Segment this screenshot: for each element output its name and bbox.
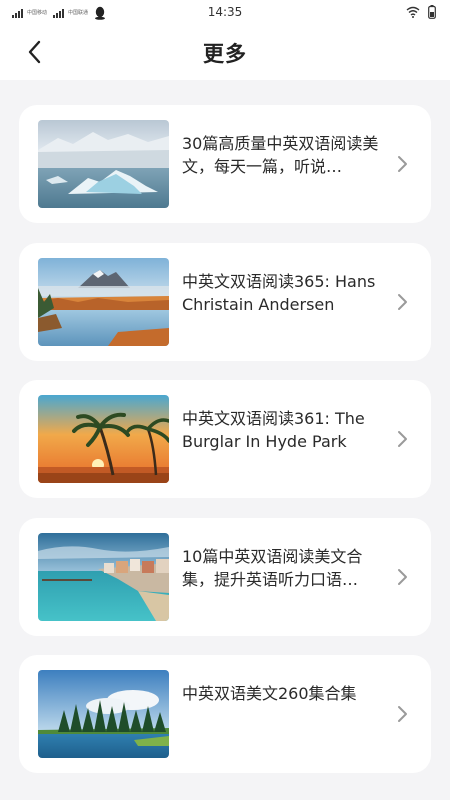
thumbnail-image [38,395,169,483]
list-item[interactable]: 中英文双语阅读361: The Burglar In Hyde Park [19,380,431,498]
thumbnail-image [38,532,169,621]
item-title: 30篇高质量中英双语阅读美文，每天一篇，听说… [182,134,379,176]
wifi-icon [406,6,420,18]
page-title: 更多 [203,42,247,66]
status-time: 14:35 [207,5,243,19]
chevron-right-icon [398,706,407,722]
thumbnail-image [38,120,169,208]
list-item[interactable]: 中英文双语阅读365: Hans Christain Andersen [19,242,431,361]
header: 更多 [0,26,450,80]
item-title: 中英双语美文260集合集 [182,684,357,703]
list-item[interactable]: 10篇中英双语阅读美文合集，提升英语听力口语… [19,517,431,636]
item-title: 中英文双语阅读365: Hans Christain Andersen [182,271,376,314]
item-title: 10篇中英双语阅读美文合集，提升英语听力口语… [182,546,363,589]
status-bar: 中国移动 中国联通 14:35 [0,0,450,26]
chevron-right-icon [398,431,407,447]
item-title: 中英文双语阅读361: The Burglar In Hyde Park [182,409,365,451]
battery-icon [428,5,436,19]
article-list: 30篇高质量中英双语阅读美文，每天一篇，听说… 中英文双语阅读365: Hans… [19,105,431,793]
chevron-right-icon [398,568,407,585]
thumbnail-image [38,257,169,346]
list-item[interactable]: 30篇高质量中英双语阅读美文，每天一篇，听说… [19,105,431,223]
thumbnail-image [38,670,169,758]
list-item[interactable]: 中英双语美文260集合集 [19,655,431,773]
chevron-right-icon [398,293,407,310]
chevron-right-icon [398,156,407,172]
